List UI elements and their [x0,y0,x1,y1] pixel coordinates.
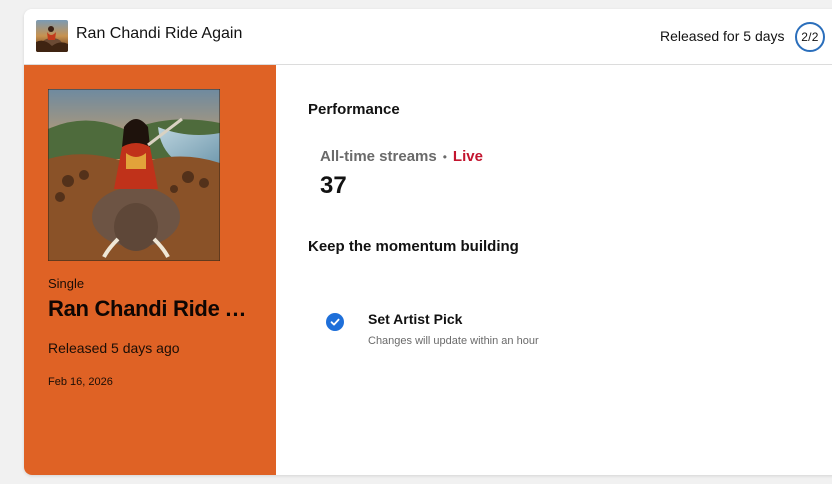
step-progress-label: 2/2 [801,30,819,44]
check-circle-icon [326,313,344,331]
header-release-title: Ran Chandi Ride Again [76,25,243,42]
separator-dot: • [442,149,447,164]
release-sidebar: Single Ran Chandi Ride Again Released 5 … [24,65,276,475]
task-subtitle: Changes will update within an hour [368,335,539,347]
release-card: Ran Chandi Ride Again Released for 5 day… [24,9,832,475]
cover-art [48,89,220,261]
live-indicator: Live [452,148,483,165]
step-progress-badge: 2/2 [795,22,825,52]
header-cover-thumbnail [36,20,68,52]
streams-count: 37 [320,172,347,199]
streams-stat-row: All-time streams • Live [320,148,483,165]
task-title: Set Artist Pick [368,311,463,327]
task-set-artist-pick[interactable]: Set Artist Pick Changes will update with… [322,301,642,357]
release-main-panel: Performance All-time streams • Live 37 K… [276,65,832,475]
release-status-text: Released for 5 days [660,28,785,44]
release-name-heading: Ran Chandi Ride Again [48,296,258,321]
release-header: Ran Chandi Ride Again Released for 5 day… [24,9,832,65]
performance-heading: Performance [308,101,400,118]
momentum-heading: Keep the momentum building [308,238,519,255]
released-ago-text: Released 5 days ago [48,340,180,356]
streams-label: All-time streams [320,148,437,165]
release-type-label: Single [48,276,85,291]
release-date-text: Feb 16, 2026 [48,376,113,388]
